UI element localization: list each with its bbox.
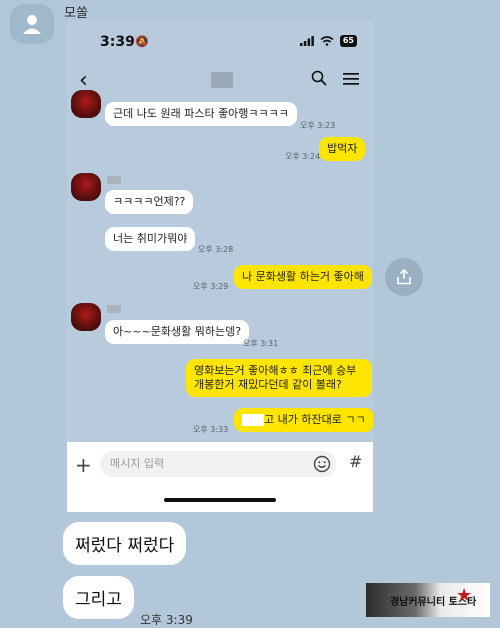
message-bubble-me: 밥먹자 bbox=[319, 137, 366, 161]
sender-avatar[interactable] bbox=[10, 4, 54, 44]
phone-screenshot: 3:39 🔕 65 ‹ 근데 나도 원래 파스타 좋아행ㅋㅋㅋㅋ 오후 3:23… bbox=[67, 20, 373, 512]
message-time: 오후 3:33 bbox=[193, 425, 229, 434]
star-icon: ★ bbox=[456, 585, 473, 606]
status-bar: 3:39 🔕 65 bbox=[67, 20, 373, 54]
message-time: 오후 3:31 bbox=[243, 339, 279, 348]
status-icons: 65 bbox=[299, 35, 357, 47]
battery-indicator: 65 bbox=[339, 35, 357, 47]
hash-icon[interactable]: # bbox=[349, 452, 362, 471]
plus-icon[interactable]: + bbox=[75, 453, 92, 477]
chat-navbar: ‹ bbox=[67, 64, 373, 98]
bell-mute-icon: 🔕 bbox=[135, 35, 149, 48]
message-bubble-me: 영화보는거 좋아해ㅎㅎ 최근에 승부 개봉한거 재밌다던데 같이 볼래? bbox=[186, 359, 372, 397]
message-time: 오후 3:28 bbox=[198, 245, 234, 254]
site-watermark: 경남커뮤니티 토스타 ★ bbox=[366, 583, 490, 617]
signal-icon bbox=[299, 36, 314, 46]
share-icon bbox=[397, 268, 411, 285]
wifi-icon bbox=[320, 36, 334, 46]
message-input-bar: + 메시지 입력 # bbox=[67, 442, 373, 512]
status-time: 3:39 bbox=[100, 34, 135, 50]
friend-avatar[interactable] bbox=[71, 303, 101, 331]
message-bubble-friend: 너는 취미가뭐야 bbox=[105, 227, 196, 251]
chat-title-redacted bbox=[211, 72, 233, 88]
message-bubble-me: 고 내가 하잔대로 ㄱㄱ bbox=[234, 408, 373, 432]
outer-message-bubble: 그리고 bbox=[63, 576, 134, 619]
message-input[interactable]: 메시지 입력 bbox=[100, 451, 336, 477]
outer-message-time: 오후 3:39 bbox=[140, 613, 193, 627]
emoji-icon[interactable] bbox=[313, 455, 331, 473]
sender-name: 모쏠 bbox=[64, 6, 88, 21]
message-bubble-me: 나 문화생활 하는거 좋아해 bbox=[234, 265, 372, 289]
outer-message-bubble: 쩌렀다 쩌렀다 bbox=[63, 522, 187, 565]
home-indicator bbox=[164, 498, 276, 502]
message-text: 고 내가 하잔대로 ㄱㄱ bbox=[264, 413, 366, 426]
message-time: 오후 3:29 bbox=[193, 282, 229, 291]
friend-avatar[interactable] bbox=[71, 173, 101, 201]
friend-avatar[interactable] bbox=[71, 90, 101, 118]
hamburger-menu-icon[interactable] bbox=[343, 72, 359, 86]
friend-name-redacted bbox=[107, 305, 121, 313]
share-button[interactable] bbox=[385, 258, 423, 296]
friend-name-redacted bbox=[107, 176, 121, 184]
message-time: 오후 3:24 bbox=[285, 152, 321, 161]
search-icon[interactable] bbox=[311, 70, 327, 86]
message-bubble-friend: ㅋㅋㅋㅋ언제?? bbox=[105, 190, 194, 214]
default-profile-icon bbox=[23, 15, 41, 34]
message-bubble-friend: 아~~~문화생활 뭐하는뎅? bbox=[105, 320, 250, 344]
message-bubble-friend: 근데 나도 원래 파스타 좋아행ㅋㅋㅋㅋ bbox=[105, 102, 297, 126]
message-time: 오후 3:23 bbox=[300, 121, 336, 130]
censor-block bbox=[242, 414, 264, 426]
